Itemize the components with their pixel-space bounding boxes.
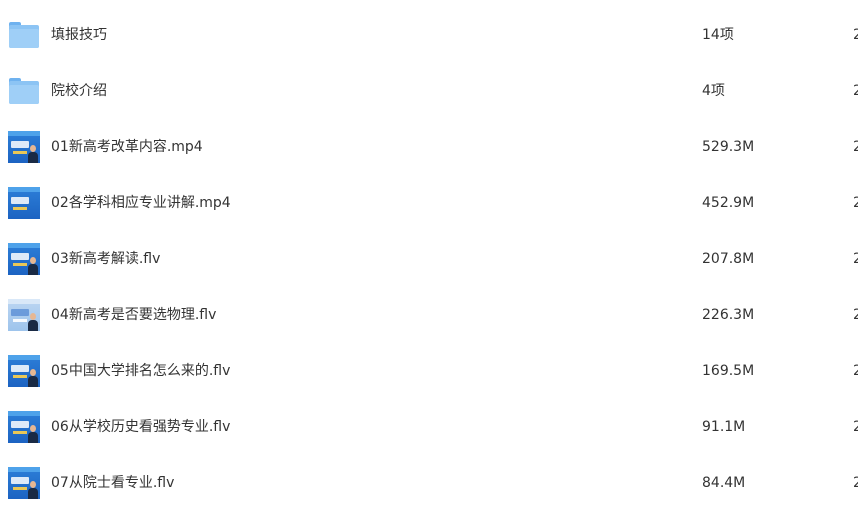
- list-item-folder[interactable]: 填报技巧 14项 2: [0, 4, 858, 60]
- file-size: 452.9M: [702, 195, 755, 211]
- date-column-truncated: 2: [853, 419, 858, 435]
- video-thumbnail-icon: [8, 243, 40, 275]
- file-size: 4项: [702, 83, 725, 99]
- file-size: 226.3M: [702, 307, 755, 323]
- date-column-truncated: 2: [853, 363, 858, 379]
- list-item-video[interactable]: 04新高考是否要选物理.flv 226.3M 2: [0, 284, 858, 340]
- date-column-truncated: 2: [853, 251, 858, 267]
- video-thumbnail-icon: [8, 131, 40, 163]
- list-item-video[interactable]: 02各学科相应专业讲解.mp4 452.9M 2: [0, 172, 858, 228]
- file-name: 01新高考改革内容.mp4: [51, 139, 203, 155]
- date-column-truncated: 2: [853, 475, 858, 491]
- folder-icon: [8, 19, 40, 51]
- date-column-truncated: 2: [853, 195, 858, 211]
- list-item-video[interactable]: 03新高考解读.flv 207.8M 2: [0, 228, 858, 284]
- file-list: 填报技巧 14项 2 院校介绍 4项 2 01新高考改革内容.mp4 529.3…: [0, 0, 858, 511]
- file-name: 院校介绍: [51, 83, 107, 99]
- file-name: 04新高考是否要选物理.flv: [51, 307, 217, 323]
- file-name: 07从院士看专业.flv: [51, 475, 175, 491]
- video-thumbnail-icon: [8, 187, 40, 219]
- video-thumbnail-icon: [8, 299, 40, 331]
- file-size: 91.1M: [702, 419, 746, 435]
- file-name: 05中国大学排名怎么来的.flv: [51, 363, 231, 379]
- file-name: 06从学校历史看强势专业.flv: [51, 419, 231, 435]
- file-size: 84.4M: [702, 475, 746, 491]
- date-column-truncated: 2: [853, 83, 858, 99]
- date-column-truncated: 2: [853, 27, 858, 43]
- file-size: 207.8M: [702, 251, 755, 267]
- list-item-video[interactable]: 07从院士看专业.flv 84.4M 2: [0, 452, 858, 508]
- file-size: 529.3M: [702, 139, 755, 155]
- video-thumbnail-icon: [8, 411, 40, 443]
- date-column-truncated: 2: [853, 139, 858, 155]
- list-item-video[interactable]: 06从学校历史看强势专业.flv 91.1M 2: [0, 396, 858, 452]
- file-name: 03新高考解读.flv: [51, 251, 161, 267]
- file-size: 14项: [702, 27, 734, 43]
- list-item-video[interactable]: 01新高考改革内容.mp4 529.3M 2: [0, 116, 858, 172]
- folder-icon: [8, 75, 40, 107]
- video-thumbnail-icon: [8, 467, 40, 499]
- file-name: 填报技巧: [51, 27, 107, 43]
- file-size: 169.5M: [702, 363, 755, 379]
- file-name: 02各学科相应专业讲解.mp4: [51, 195, 231, 211]
- list-item-folder[interactable]: 院校介绍 4项 2: [0, 60, 858, 116]
- date-column-truncated: 2: [853, 307, 858, 323]
- list-item-video[interactable]: 05中国大学排名怎么来的.flv 169.5M 2: [0, 340, 858, 396]
- video-thumbnail-icon: [8, 355, 40, 387]
